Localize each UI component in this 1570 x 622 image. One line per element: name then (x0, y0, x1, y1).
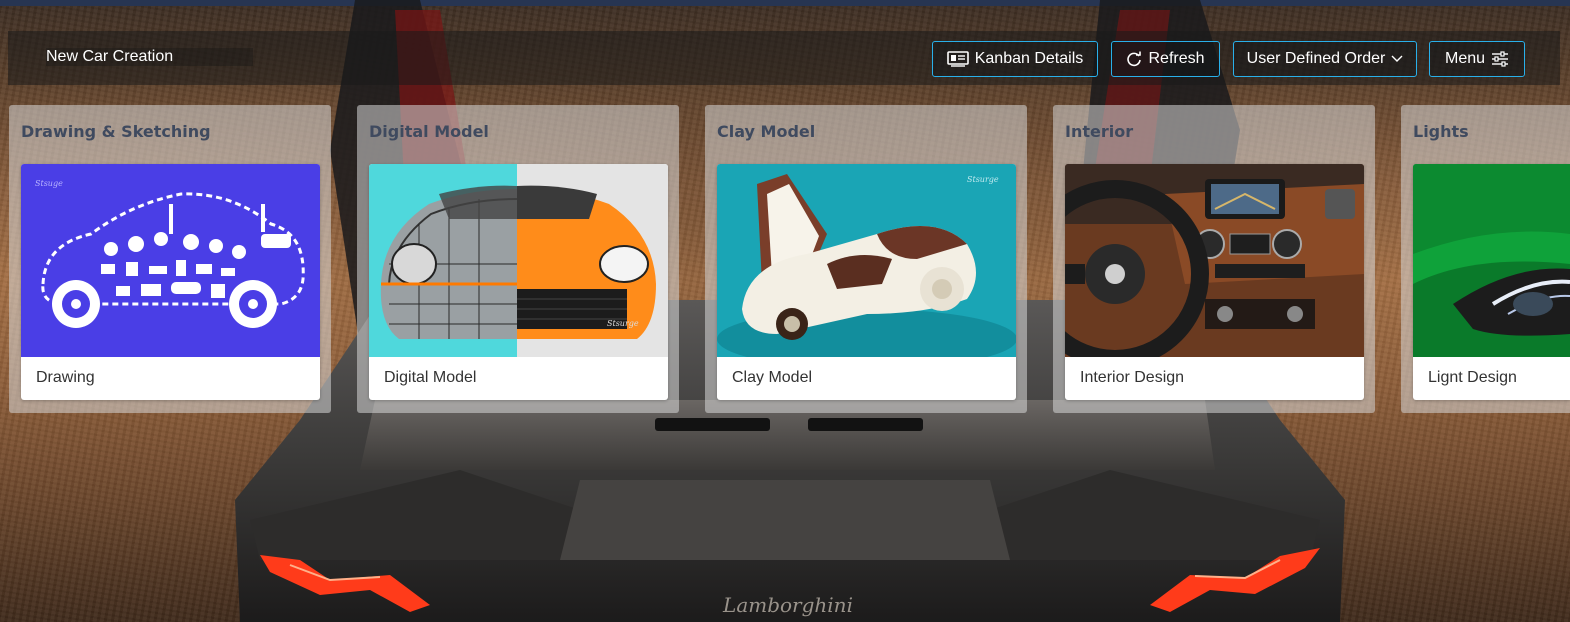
card-image-drawing: Stsuge (21, 164, 320, 357)
refresh-button[interactable]: Refresh (1111, 41, 1220, 77)
menu-label: Menu (1444, 50, 1486, 67)
card-label: Drawing (36, 369, 95, 386)
svg-text:Lamborghini: Lamborghini (722, 593, 853, 617)
kanban-card-interior[interactable]: Interior Design (1065, 164, 1364, 400)
card-label: Interior Design (1080, 369, 1185, 386)
page-title: New Car Creation (46, 48, 254, 66)
svg-text:Stsuge: Stsuge (35, 179, 63, 188)
refresh-icon (1126, 51, 1142, 67)
svg-text:Stsurge: Stsurge (967, 175, 999, 184)
sliders-icon (1491, 51, 1509, 67)
column-title: Drawing & Sketching (21, 122, 211, 141)
card-image-digital-model: Stsurge (369, 164, 668, 357)
column-title: Digital Model (369, 122, 489, 141)
kanban-icon (946, 51, 969, 67)
card-image-interior (1065, 164, 1364, 357)
chevron-down-icon (1391, 55, 1403, 63)
kanban-column-drawing: Drawing & Sketching Stsuge Drawing (9, 105, 331, 413)
kanban-details-button[interactable]: Kanban Details (932, 41, 1098, 77)
kanban-column-digital-model: Digital Model Stsurge Digital Model (357, 105, 679, 413)
kanban-details-label: Kanban Details (974, 50, 1084, 67)
kanban-card-clay-model[interactable]: Stsurge Clay Model (717, 164, 1016, 400)
order-dropdown[interactable]: User Defined Order (1233, 41, 1417, 77)
kanban-column-lights: Lights Lignt Design (1401, 105, 1570, 413)
card-image-clay-model: Stsurge (717, 164, 1016, 357)
column-title: Clay Model (717, 122, 816, 141)
column-title: Lights (1413, 122, 1469, 141)
refresh-label: Refresh (1148, 50, 1205, 67)
kanban-card-lights[interactable]: Lignt Design (1413, 164, 1570, 400)
order-dropdown-label: User Defined Order (1246, 50, 1386, 67)
svg-text:Stsurge: Stsurge (607, 319, 639, 328)
kanban-column-clay-model: Clay Model Stsurge Clay Model (705, 105, 1027, 413)
kanban-card-digital-model[interactable]: Stsurge Digital Model (369, 164, 668, 400)
header-bar: New Car Creation Kanban Details Refresh … (8, 31, 1560, 85)
menu-button[interactable]: Menu (1429, 41, 1525, 77)
column-title: Interior (1065, 122, 1134, 141)
card-label: Clay Model (732, 369, 813, 386)
card-image-lights (1413, 164, 1570, 357)
kanban-column-interior: Interior Interior Design (1053, 105, 1375, 413)
card-label: Lignt Design (1428, 369, 1517, 386)
card-label: Digital Model (384, 369, 477, 386)
kanban-card-drawing[interactable]: Stsuge Drawing (21, 164, 320, 400)
